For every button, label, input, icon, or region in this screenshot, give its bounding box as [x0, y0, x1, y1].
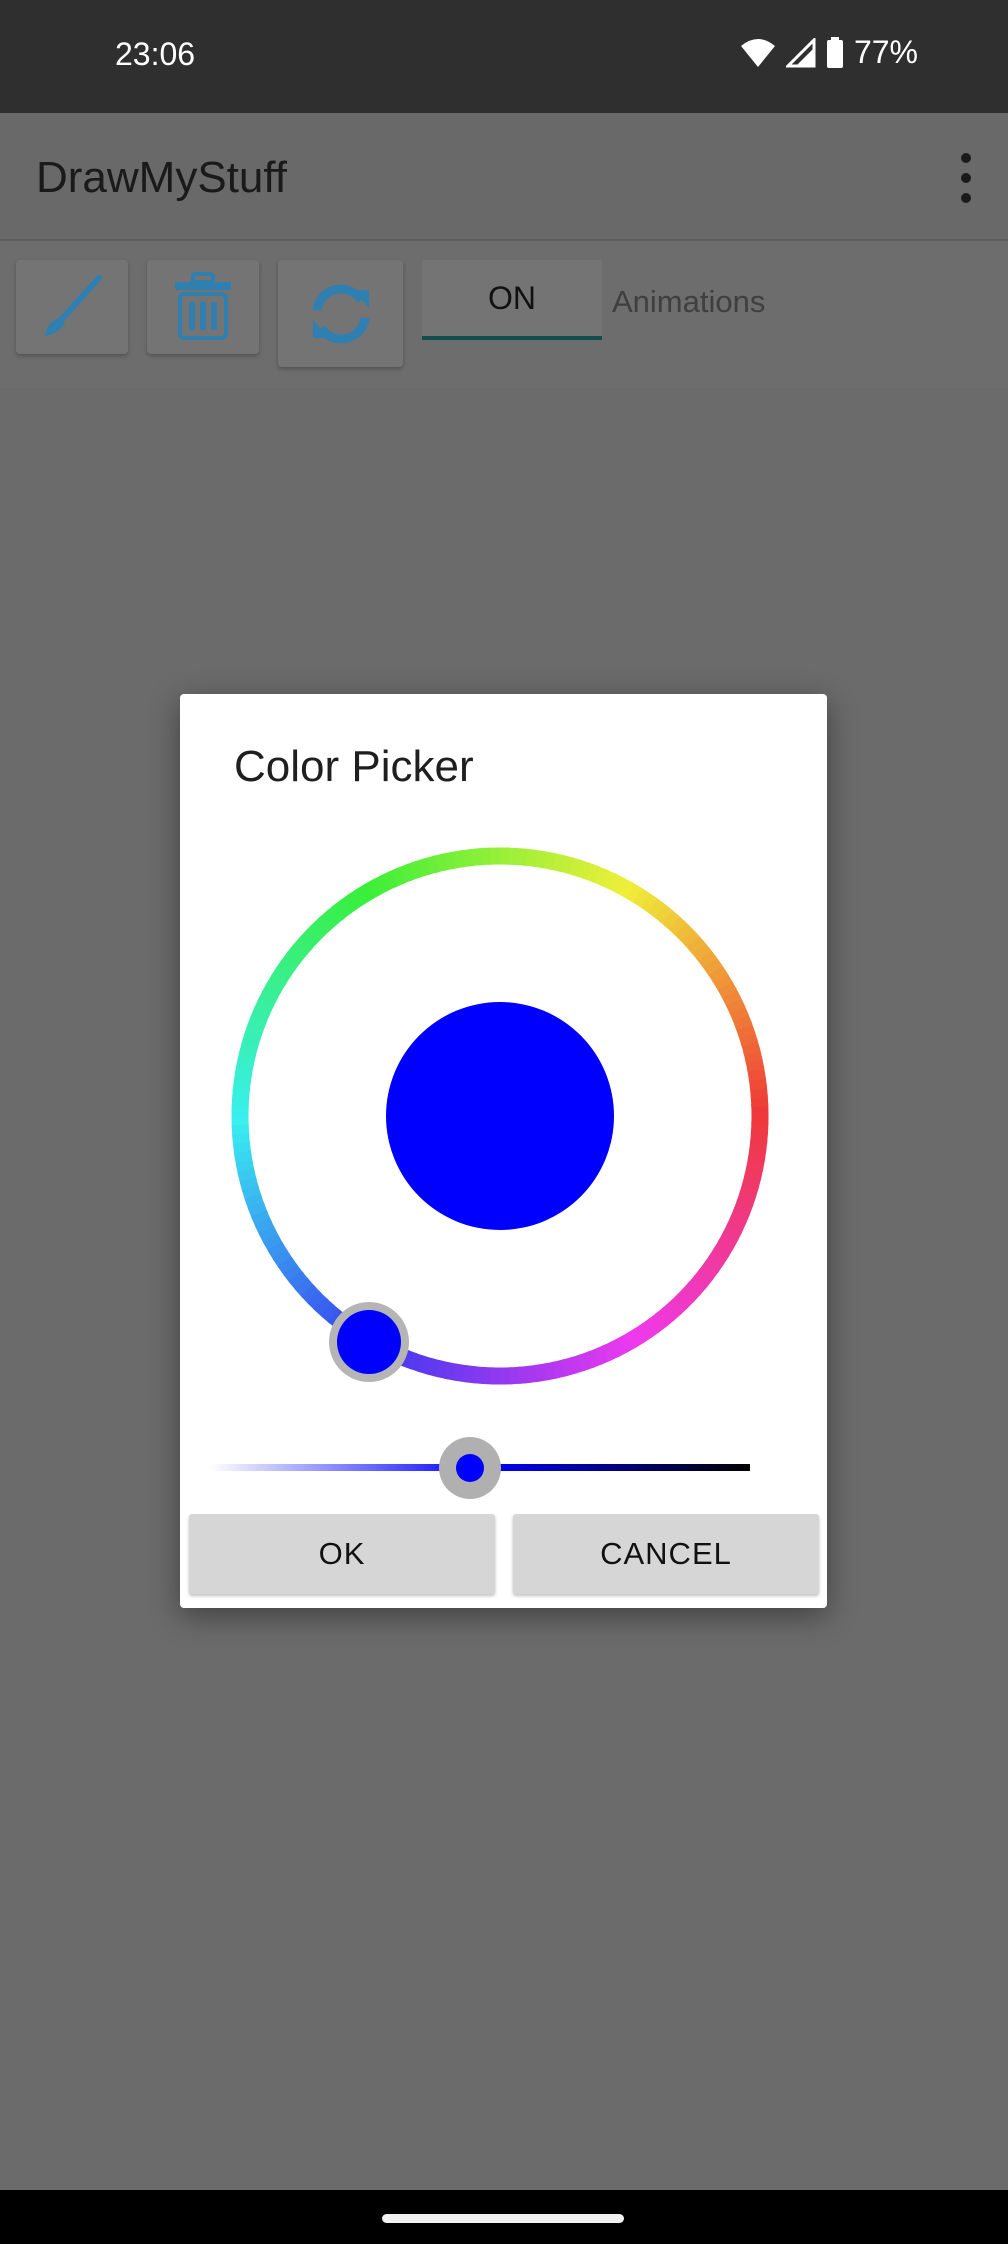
color-picker-dialog: Color Picker OK CANCEL: [180, 694, 827, 1608]
refresh-icon: [312, 283, 369, 344]
refresh-button[interactable]: [278, 260, 403, 367]
selected-color-swatch[interactable]: [386, 1002, 614, 1230]
status-bar: 23:06 77%: [0, 0, 1008, 113]
animations-label: Animations: [612, 284, 766, 319]
navigation-bar: [0, 2190, 1008, 2244]
brush-icon: [45, 275, 102, 336]
brush-button[interactable]: [16, 260, 128, 354]
saturation-slider-thumb[interactable]: [439, 1437, 501, 1499]
app-title: DrawMyStuff: [36, 153, 288, 202]
more-vert-icon: [961, 153, 971, 163]
overflow-menu-button[interactable]: [954, 153, 978, 203]
hue-selector-handle[interactable]: [329, 1302, 409, 1382]
trash-icon: [175, 272, 231, 340]
app-bar: DrawMyStuff: [0, 113, 1008, 241]
status-time: 23:06: [115, 36, 196, 72]
color-wheel-area: [210, 847, 769, 1499]
cancel-button[interactable]: CANCEL: [513, 1514, 819, 1594]
battery-icon: [826, 36, 843, 68]
animations-toggle[interactable]: ON: [422, 260, 602, 340]
clear-button[interactable]: [147, 260, 259, 354]
ok-button[interactable]: OK: [189, 1514, 495, 1594]
battery-percent: 77%: [853, 34, 918, 70]
home-handle[interactable]: [382, 2214, 624, 2223]
wifi-icon: [740, 38, 775, 67]
status-icons: 77%: [740, 34, 918, 71]
cell-signal-icon: [785, 37, 816, 67]
